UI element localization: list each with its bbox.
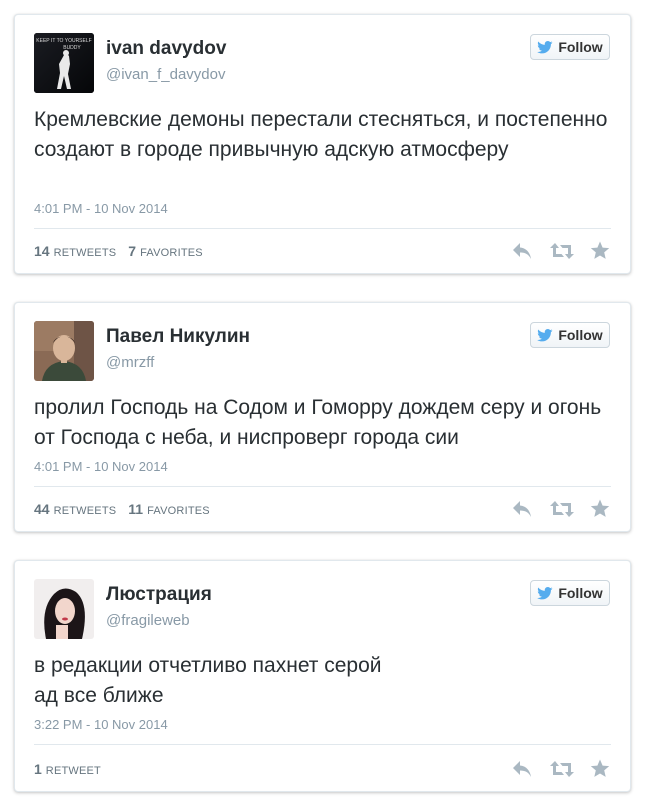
favorite-star-icon[interactable] [590,241,610,260]
avatar[interactable] [34,579,94,639]
retweets-label: RETWEETS [53,505,117,517]
divider [34,744,611,745]
tweet-stats: 14 RETWEETS 7 FAVORITES [34,243,203,259]
favorites-count: 11 [128,501,144,517]
tweet-actions [512,499,610,518]
tweet-card: KEEP IT TO YOURSELF BUDDY ivan davydov @… [14,14,631,274]
avatar[interactable]: KEEP IT TO YOURSELF BUDDY [34,33,94,93]
display-name[interactable]: Павел Никулин [106,326,250,348]
retweets-stat[interactable]: 1 RETWEET [34,761,101,777]
tweet-text: пролил Господь на Содом и Гоморру дождем… [34,396,602,449]
favorite-star-icon[interactable] [590,499,610,518]
retweets-label: RETWEET [45,765,101,777]
display-name[interactable]: ivan davydov [106,38,226,60]
avatar[interactable] [34,321,94,381]
follow-button[interactable]: Follow [530,322,610,348]
user-handle[interactable]: @mrzff [106,354,154,371]
retweets-stat[interactable]: 44 RETWEETS [34,501,116,517]
user-handle[interactable]: @fragileweb [106,612,190,629]
tweet-card: Люстрация @fragileweb Follow в редакции … [14,560,631,792]
user-handle[interactable]: @ivan_f_davydov [106,66,225,83]
favorites-stat[interactable]: 11 FAVORITES [128,501,210,517]
tweet-card: Павел Никулин @mrzff Follow пролил Госпо… [14,302,631,532]
follow-label: Follow [558,39,603,55]
display-name[interactable]: Люстрация [106,584,212,606]
divider [34,228,611,229]
favorites-count: 7 [128,243,137,259]
retweet-icon[interactable] [550,760,574,778]
reply-icon[interactable] [512,760,534,778]
retweet-icon[interactable] [550,500,574,518]
tweet-timestamp[interactable]: 3:22 PM - 10 Nov 2014 [34,717,168,732]
divider [34,486,611,487]
follow-button[interactable]: Follow [530,580,610,606]
svg-text:KEEP IT TO YOURSELF: KEEP IT TO YOURSELF [36,38,91,44]
tweet-timestamp[interactable]: 4:01 PM - 10 Nov 2014 [34,459,168,474]
tweet-text: в редакции отчетливо пахнет серой ад все… [34,651,614,711]
twitter-bird-icon [537,328,553,341]
follow-button[interactable]: Follow [530,34,610,60]
favorites-label: FAVORITES [140,247,203,259]
twitter-bird-icon [537,40,553,53]
favorites-stat[interactable]: 7 FAVORITES [128,243,203,259]
retweets-stat[interactable]: 14 RETWEETS [34,243,116,259]
tweet-stats: 1 RETWEET [34,761,101,777]
retweets-label: RETWEETS [53,247,117,259]
favorites-label: FAVORITES [147,505,210,517]
follow-label: Follow [558,327,603,343]
tweet-text: Кремлевские демоны перестали стесняться,… [34,108,608,161]
tweet-timestamp[interactable]: 4:01 PM - 10 Nov 2014 [34,201,168,216]
favorite-star-icon[interactable] [590,759,610,778]
tweet-stats: 44 RETWEETS 11 FAVORITES [34,501,210,517]
reply-icon[interactable] [512,242,534,260]
retweets-count: 44 [34,501,50,517]
retweets-count: 1 [34,761,42,777]
retweet-icon[interactable] [550,242,574,260]
follow-label: Follow [558,585,603,601]
twitter-bird-icon [537,586,553,599]
reply-icon[interactable] [512,500,534,518]
retweets-count: 14 [34,243,50,259]
tweet-actions [512,759,610,778]
tweet-text-line: в редакции отчетливо пахнет серой [34,654,382,677]
tweet-actions [512,241,610,260]
tweet-text-line: ад все ближе [34,684,164,707]
